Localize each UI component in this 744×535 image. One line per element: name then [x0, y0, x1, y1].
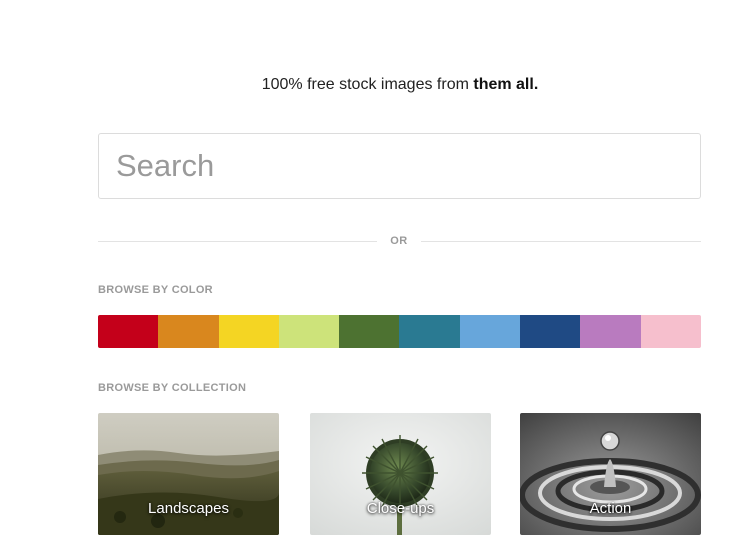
collection-tile-close-ups[interactable]: Close-ups	[310, 413, 491, 535]
color-swatch-green[interactable]	[339, 315, 400, 348]
divider-or-label: OR	[390, 235, 408, 247]
collection-label: Landscapes	[148, 500, 229, 517]
page: 100% free stock images from them all. OR…	[0, 0, 744, 535]
color-swatch-yellow[interactable]	[218, 315, 279, 348]
color-swatch-navy[interactable]	[520, 315, 581, 348]
search-box[interactable]	[98, 133, 701, 199]
color-swatch-orange[interactable]	[158, 315, 219, 348]
color-swatch-pink[interactable]	[640, 315, 701, 348]
divider-line-left	[98, 241, 377, 242]
collection-label: Action	[589, 500, 632, 517]
tagline: 100% free stock images from them all.	[0, 76, 744, 94]
browse-by-color-heading: BROWSE BY COLOR	[98, 284, 213, 296]
color-swatch-purple[interactable]	[580, 315, 641, 348]
collection-tile-action[interactable]: Action	[520, 413, 701, 535]
color-swatch-light-green[interactable]	[278, 315, 340, 348]
tagline-text: 100% free stock images from	[261, 76, 474, 93]
color-swatch-red[interactable]	[98, 315, 159, 348]
tagline-emphasis: them all.	[473, 76, 539, 93]
search-input[interactable]	[99, 134, 700, 198]
color-swatch-light-blue[interactable]	[459, 315, 521, 348]
or-divider: OR	[98, 233, 701, 249]
collection-label: Close-ups	[366, 500, 435, 517]
collection-grid: Landscapes Close-ups Action	[98, 413, 701, 535]
color-swatch-bar	[98, 315, 701, 348]
color-swatch-teal[interactable]	[399, 315, 460, 348]
browse-by-collection-heading: BROWSE BY COLLECTION	[98, 382, 247, 394]
collection-tile-landscapes[interactable]: Landscapes	[98, 413, 279, 535]
divider-line-right	[421, 241, 701, 242]
